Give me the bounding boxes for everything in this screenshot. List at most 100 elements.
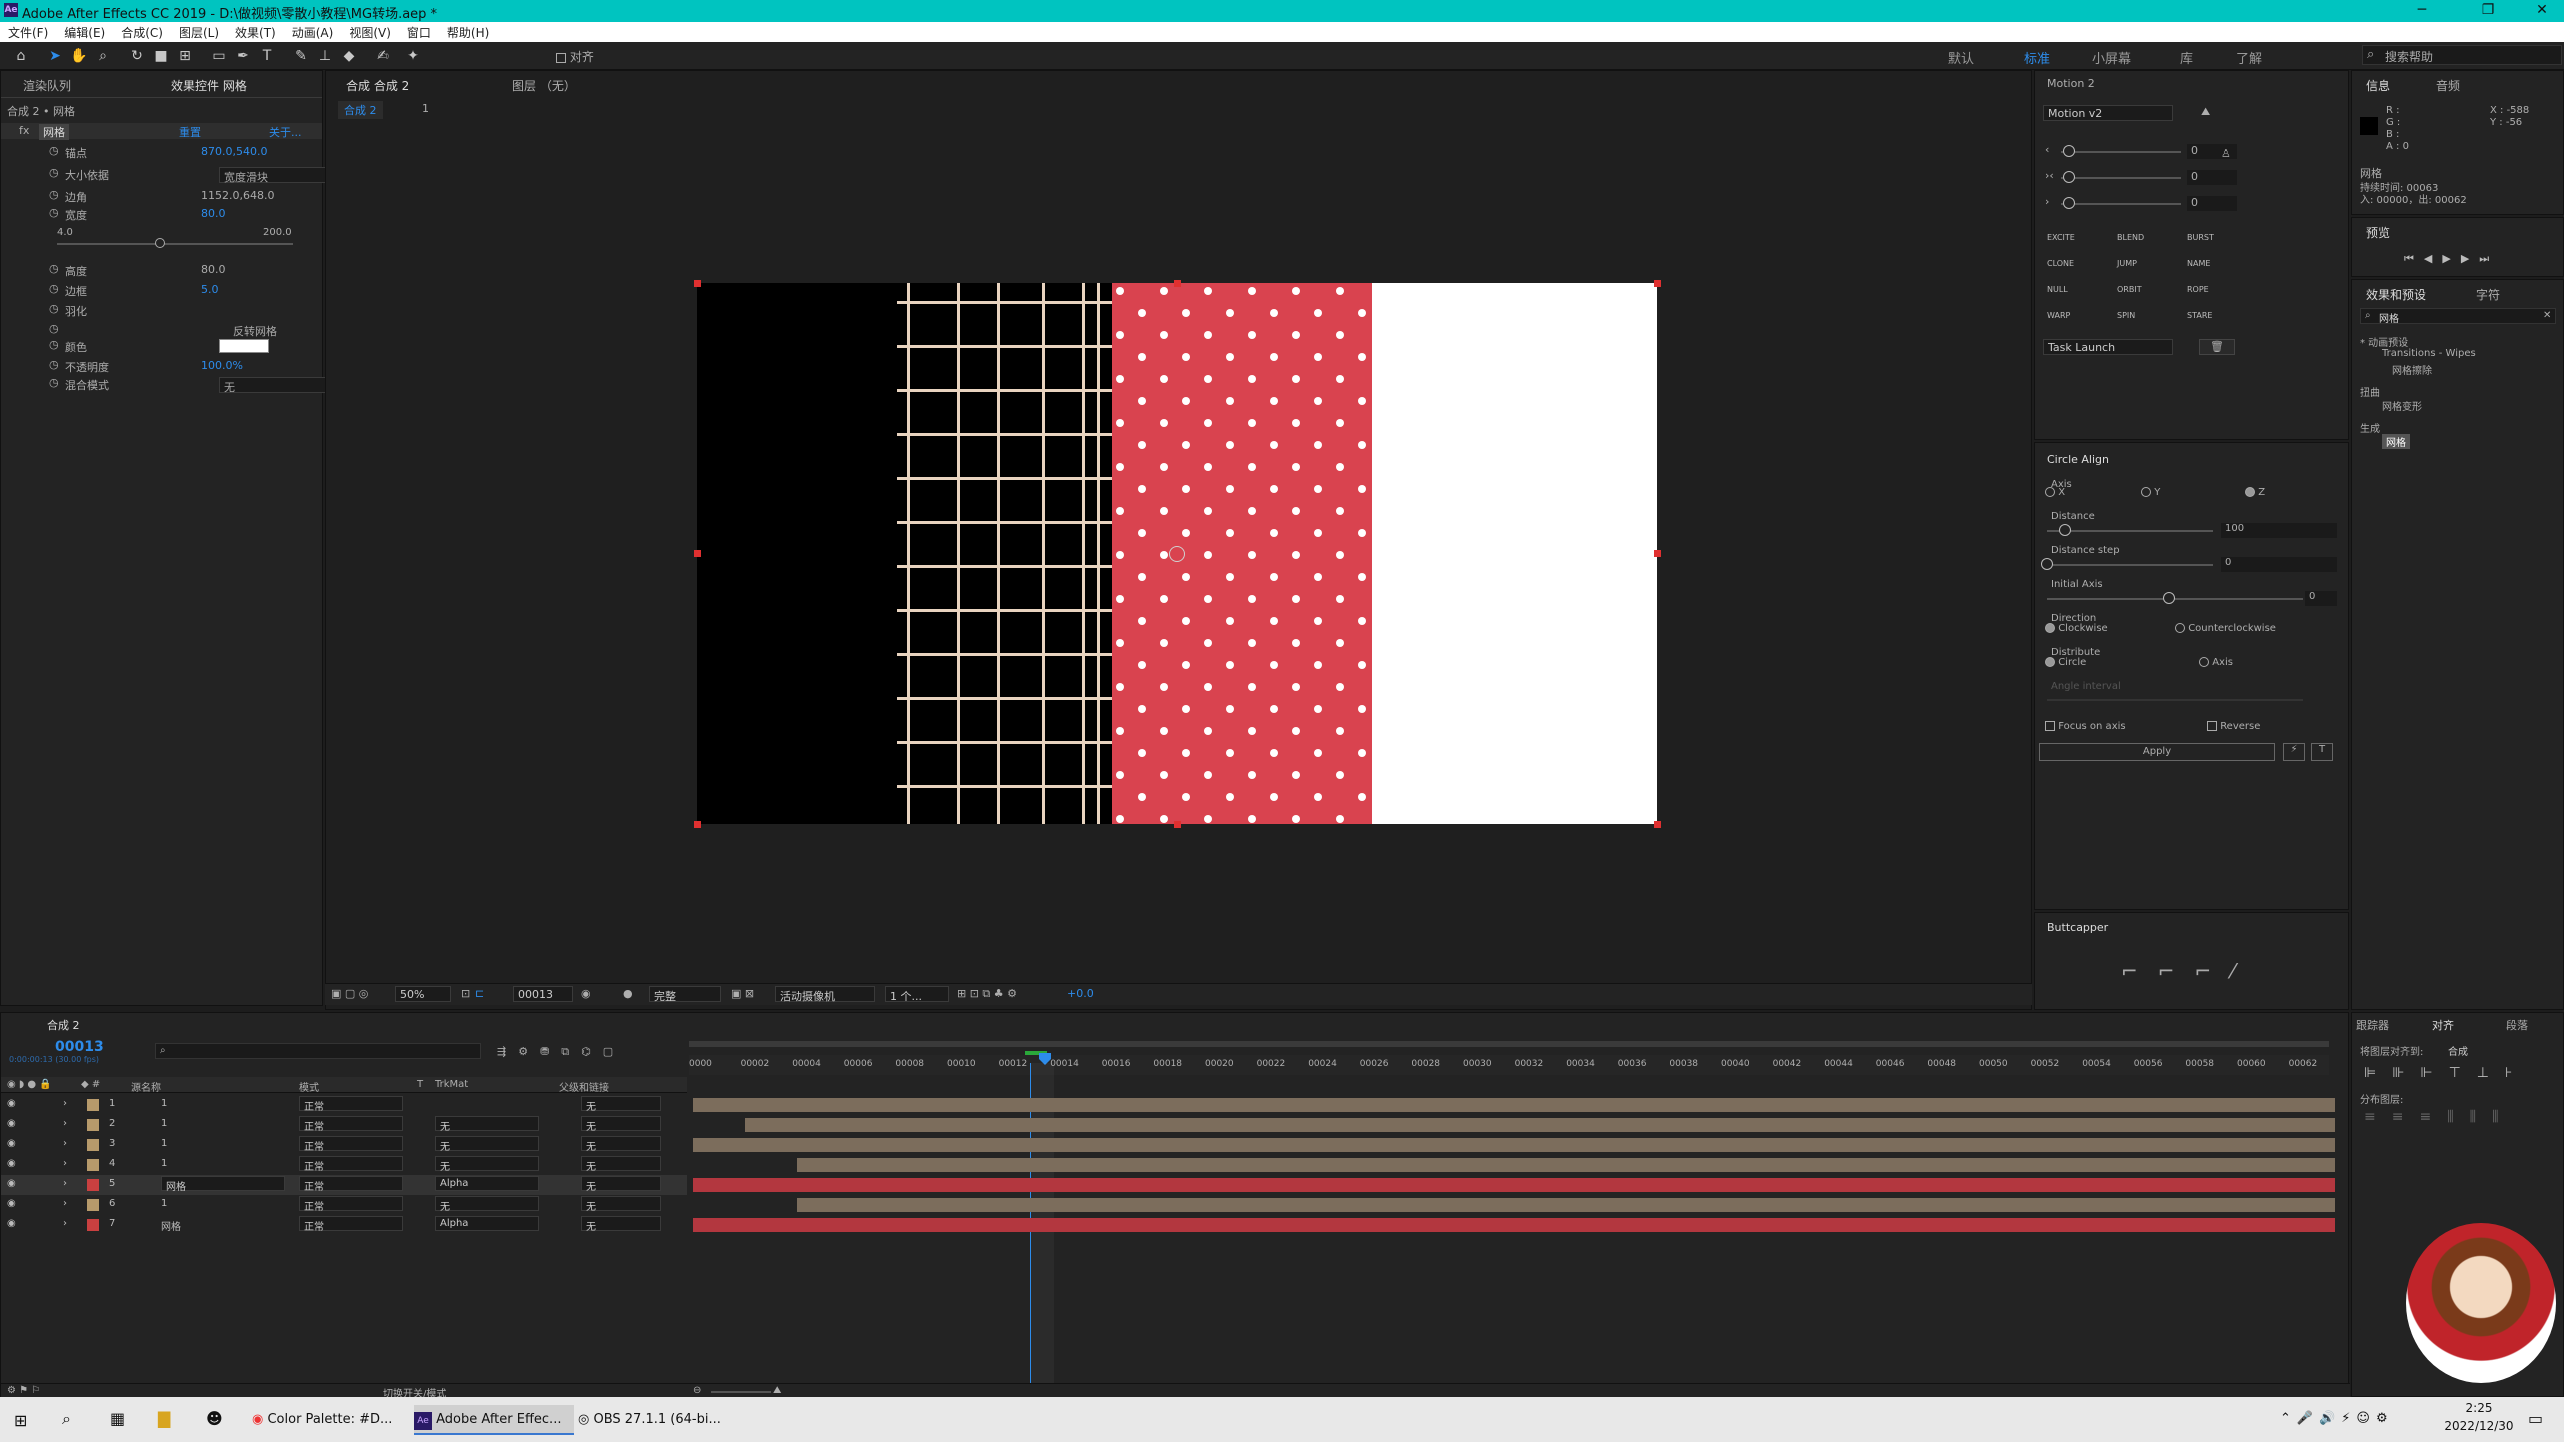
stopwatch-icon[interactable]: ◷: [49, 338, 59, 351]
tree-generate[interactable]: 生成: [2360, 420, 2380, 435]
pan-behind-tool-icon[interactable]: ⊞: [176, 47, 194, 65]
safe-zones-icon[interactable]: ⊏: [475, 987, 484, 1000]
layer-duration-bar[interactable]: [797, 1158, 2335, 1172]
maximize-button[interactable]: ❐: [2466, 2, 2510, 20]
layer-mode[interactable]: 正常: [299, 1216, 403, 1233]
distance-step-slider[interactable]: [2047, 564, 2213, 566]
puppet-tool-icon[interactable]: ✦: [404, 47, 422, 65]
eye-icon[interactable]: ◉: [7, 1198, 16, 1209]
eye-icon[interactable]: ◉: [7, 1098, 16, 1109]
motion-jump-button[interactable]: JUMP: [2117, 259, 2137, 268]
table-row[interactable]: ◉ › 5 网格 正常 Alpha 无: [1, 1175, 687, 1195]
initial-axis-knob[interactable]: [2163, 592, 2175, 604]
layer-duration-bar[interactable]: [797, 1198, 2335, 1212]
width-slider-track[interactable]: [57, 243, 293, 245]
preview-options-icon[interactable]: ▣ ▢ ◎: [331, 987, 368, 1000]
angle-interval-slider[interactable]: [2047, 699, 2303, 701]
effect-prop-row[interactable]: ◷ 混合模式无: [1, 375, 365, 394]
col-source-name[interactable]: 源名称: [131, 1079, 161, 1094]
motion-warp-button[interactable]: WARP: [2047, 311, 2070, 320]
effect-prop-row[interactable]: ◷ 不透明度 100.0%: [1, 357, 322, 375]
counterclockwise-radio[interactable]: Counterclockwise: [2175, 623, 2276, 634]
expand-arrow-icon[interactable]: ›: [63, 1118, 67, 1129]
eye-icon[interactable]: ◉: [7, 1178, 16, 1189]
timeline-zoom-slider[interactable]: [711, 1391, 771, 1393]
axis-z-radio[interactable]: Z: [2245, 487, 2265, 498]
eye-icon[interactable]: ◉: [7, 1118, 16, 1129]
layer-name[interactable]: 1: [161, 1138, 167, 1149]
tree-grid-wipe[interactable]: 网格擦除: [2392, 362, 2432, 377]
clock-date[interactable]: 2022/12/30: [2436, 1419, 2522, 1433]
brush-tool-icon[interactable]: ✎: [292, 47, 310, 65]
expand-arrow-icon[interactable]: ›: [63, 1218, 67, 1229]
ease-out-slider[interactable]: [2061, 203, 2181, 205]
effect-prop-value[interactable]: 80.0: [201, 207, 226, 220]
tab-effect-controls[interactable]: 效果控件 网格: [171, 77, 247, 94]
circle-align-info-icon[interactable]: T: [2311, 743, 2333, 761]
layer-label-color[interactable]: [87, 1159, 99, 1171]
tab-effects-presets[interactable]: 效果和预设: [2366, 286, 2426, 303]
roto-brush-tool-icon[interactable]: ✍: [374, 47, 392, 65]
motion-blend-button[interactable]: BLEND: [2117, 233, 2144, 242]
effect-prop-row[interactable]: ◷ 锚点 870.0,540.0: [1, 143, 322, 161]
table-row[interactable]: ◉ › 4 1 正常 无 无: [1, 1155, 687, 1175]
table-row[interactable]: ◉ › 2 1 正常 无 无: [1, 1115, 687, 1135]
workspace-default[interactable]: 默认: [1948, 48, 1974, 67]
distance-knob[interactable]: [2059, 524, 2071, 536]
windows-start-icon[interactable]: ⊞: [14, 1411, 27, 1430]
zoom-tool-icon[interactable]: ⌕: [94, 47, 112, 65]
selection-tool-icon[interactable]: ➤: [46, 47, 64, 65]
effect-prop-value[interactable]: [219, 339, 269, 353]
layer-label-color[interactable]: [87, 1179, 99, 1191]
distance-slider[interactable]: [2047, 530, 2213, 532]
snapshot-icon[interactable]: ◉: [581, 987, 591, 1000]
tree-transitions-wipes[interactable]: Transitions - Wipes: [2382, 348, 2476, 359]
tab-audio[interactable]: 音频: [2436, 77, 2460, 94]
apply-button[interactable]: Apply: [2039, 743, 2275, 761]
menu-file[interactable]: 文件(F): [0, 22, 56, 41]
layer-trkmat[interactable]: Alpha: [435, 1216, 539, 1231]
menu-composition[interactable]: 合成(C): [113, 22, 171, 41]
help-search-box[interactable]: ⌕ 搜索帮助: [2362, 45, 2562, 65]
ease-both-value[interactable]: 0: [2187, 170, 2237, 185]
pen-tool-icon[interactable]: ✒: [234, 47, 252, 65]
effects-search-input[interactable]: 网格: [2379, 310, 2399, 325]
workspace-small-screen[interactable]: 小屏幕: [2092, 48, 2131, 67]
transform-handle[interactable]: [1654, 550, 1661, 557]
initial-axis-slider[interactable]: [2047, 598, 2303, 600]
stopwatch-icon[interactable]: ◷: [49, 206, 59, 219]
layer-mode[interactable]: 正常: [299, 1096, 403, 1113]
initial-axis-input[interactable]: 0: [2305, 591, 2337, 606]
workspace-learn[interactable]: 了解: [2236, 48, 2262, 67]
effect-about-link[interactable]: 关于...: [269, 124, 302, 140]
snap-toggle[interactable]: 对齐: [556, 48, 594, 65]
layer-duration-bar[interactable]: [693, 1138, 2335, 1152]
circle-align-option-icon[interactable]: ⚡: [2283, 743, 2305, 761]
delete-task-button[interactable]: 🗑: [2199, 339, 2235, 355]
home-icon[interactable]: ⌂: [12, 47, 30, 65]
transform-handle[interactable]: [694, 280, 701, 287]
distance-step-input[interactable]: 0: [2221, 557, 2337, 572]
effects-search-box[interactable]: ⌕ 网格 ✕: [2360, 308, 2556, 325]
distribute-axis-radio[interactable]: Axis: [2199, 657, 2233, 668]
layer-parent[interactable]: 无: [581, 1156, 661, 1173]
type-tool-icon[interactable]: T: [258, 47, 276, 65]
stopwatch-icon[interactable]: ◷: [49, 262, 59, 275]
stopwatch-icon[interactable]: ◷: [49, 302, 59, 315]
menu-window[interactable]: 窗口: [399, 22, 439, 41]
distribute-circle-radio[interactable]: Circle: [2045, 657, 2086, 668]
layer-name[interactable]: 网格: [161, 1176, 285, 1193]
tab-align[interactable]: 对齐: [2432, 1017, 2454, 1033]
layer-name[interactable]: 1: [161, 1098, 167, 1109]
layer-trkmat[interactable]: 无: [435, 1136, 539, 1153]
eye-icon[interactable]: ◉: [7, 1218, 16, 1229]
stopwatch-icon[interactable]: ◷: [49, 358, 59, 371]
expand-arrow-icon[interactable]: ›: [63, 1098, 67, 1109]
layer-mode[interactable]: 正常: [299, 1196, 403, 1213]
preview-controls[interactable]: ⏮◀▶▶⏭: [2404, 252, 2499, 266]
comp-breadcrumb[interactable]: 合成 2: [338, 101, 383, 119]
eye-icon[interactable]: ◉: [7, 1158, 16, 1169]
axis-y-radio[interactable]: Y: [2141, 487, 2160, 498]
distribute-buttons[interactable]: ≡≡≡⫼⫼⫼: [2364, 1109, 2515, 1125]
taskbar-obs[interactable]: ◎ OBS 27.1.1 (64-bi...: [578, 1405, 736, 1435]
